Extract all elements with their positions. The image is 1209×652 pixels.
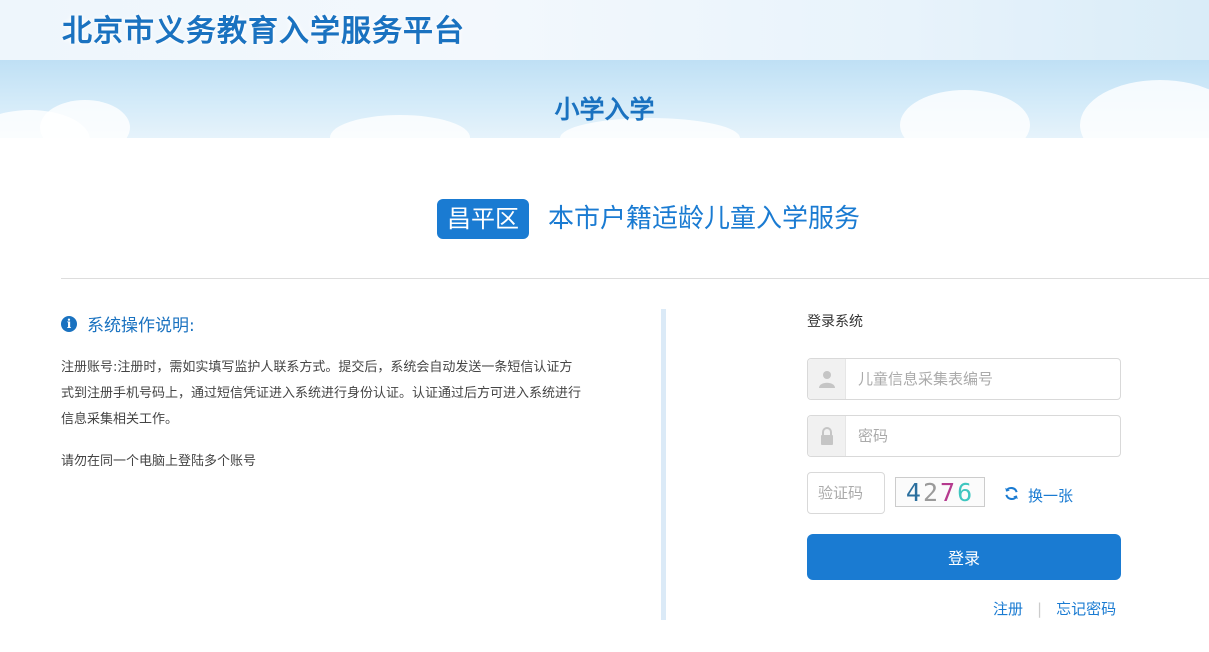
lock-icon [808,416,846,456]
captcha-digit: 2 [922,477,940,507]
instructions-title: i 系统操作说明: [61,311,195,336]
banner-title: 小学入学 [554,95,655,124]
divider [61,278,1209,279]
login-button[interactable]: 登录 [807,534,1121,580]
password-input[interactable] [846,417,1120,455]
service-title: 本市户籍适龄儿童入学服务 [548,204,861,234]
info-icon: i [61,315,77,332]
instructions-text: 注册账号:注册时，需如实填写监护人联系方式。提交后，系统会自动发送一条短信认证方… [61,360,582,427]
refresh-label: 换一张 [1028,487,1074,505]
register-link[interactable]: 注册 [993,598,1023,619]
refresh-captcha-button[interactable]: 换一张 [1004,485,1073,506]
site-title: 北京市义务教育入学服务平台 [62,14,465,49]
top-bar: 北京市义务教育入学服务平台 [0,0,1209,60]
instructions-title-text: 系统操作说明: [87,316,195,336]
captcha-digit: 6 [957,477,975,507]
captcha-input[interactable] [807,472,885,514]
link-separator: | [1037,599,1043,618]
username-input[interactable] [846,360,1120,398]
user-icon [808,359,846,399]
captcha-digit: 7 [940,477,958,507]
refresh-icon [1004,486,1028,505]
forgot-password-link[interactable]: 忘记密码 [1056,598,1116,619]
account-links: 注册 | 忘记密码 [993,598,1116,619]
captcha-digit: 4 [905,477,923,507]
login-title: 登录系统 [807,314,863,330]
instructions-note: 请勿在同一个电脑上登陆多个账号 [61,454,257,469]
banner: 小学入学 [0,60,1209,138]
password-field[interactable] [807,415,1121,457]
captcha-image[interactable]: 4 2 7 6 [895,477,985,507]
username-field[interactable] [807,358,1121,400]
district-badge: 昌平区 [437,199,529,239]
panel-separator [661,309,666,620]
